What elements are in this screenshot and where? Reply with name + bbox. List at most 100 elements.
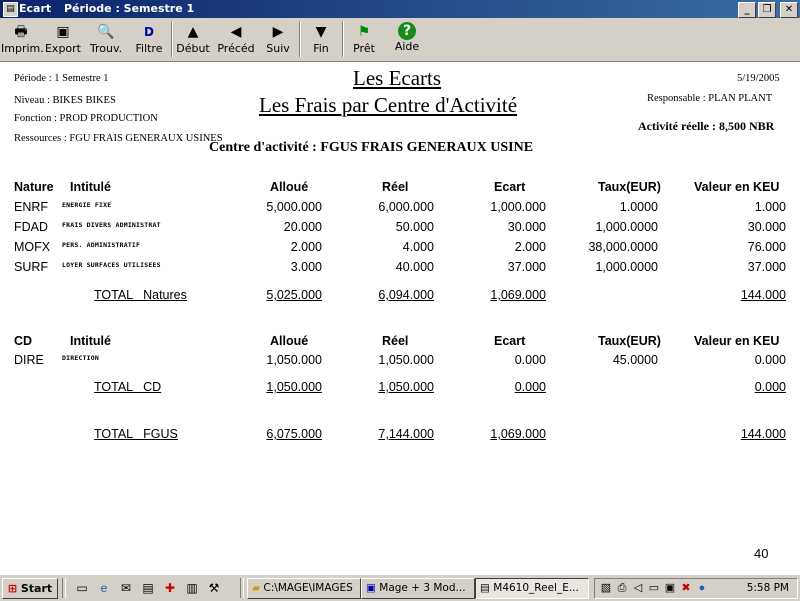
row-valeur: 1.000 — [754, 200, 786, 214]
col-valeur: Valeur en KEU — [694, 334, 780, 348]
niveau-info: Niveau : BIKES BIKES — [14, 95, 116, 106]
arrow-down-icon: ▼ — [315, 24, 327, 40]
row-taux: 1,000.0000 — [595, 260, 658, 274]
col-cd: CD — [14, 334, 33, 348]
row-code: DIRE — [14, 353, 44, 367]
last-label: Fin — [313, 42, 329, 55]
col-ecart: Ecart — [494, 334, 526, 348]
total-label: TOTAL FGUS — [94, 427, 178, 441]
print-label: Imprim. — [1, 42, 44, 55]
total-valeur: 0.000 — [754, 380, 786, 394]
activite-reelle: Activité réelle : 8,500 NBR — [638, 119, 775, 133]
row-alloue: 2.000 — [290, 240, 322, 254]
total-ecart: 1,069.000 — [490, 427, 546, 441]
display-icon[interactable]: ▭ — [647, 581, 661, 595]
network-icon[interactable]: ▧ — [599, 581, 613, 595]
col-valeur: Valeur en KEU — [694, 180, 780, 194]
antivirus-icon[interactable]: ✖ — [679, 581, 693, 595]
ready-button[interactable]: ⚑ Prêt — [345, 20, 383, 58]
row-code: MOFX — [14, 240, 51, 254]
help-label: Aide — [394, 40, 420, 53]
row-ecart: 0.000 — [514, 353, 546, 367]
row-intitule: DIRECTION — [62, 354, 100, 362]
first-button[interactable]: ▲ Début — [174, 20, 212, 58]
tools-icon[interactable]: ⚒ — [206, 580, 222, 596]
filter-icon: D — [144, 25, 154, 39]
row-alloue: 5,000.000 — [266, 200, 322, 214]
last-button[interactable]: ▼ Fin — [302, 20, 340, 58]
total-reel: 1,050.000 — [378, 380, 434, 394]
row-code: FDAD — [14, 220, 49, 234]
filter-button[interactable]: D Filtre — [129, 20, 169, 58]
next-label: Suiv — [266, 42, 290, 55]
report-area: Période : 1 Semestre 1 Niveau : BIKES BI… — [0, 62, 800, 572]
col-reel: Réel — [382, 180, 409, 194]
minimize-button[interactable]: _ — [738, 2, 756, 18]
volume-icon[interactable]: ◁ — [631, 581, 645, 595]
row-reel: 6,000.000 — [378, 200, 434, 214]
app-icon: ▣ — [366, 582, 376, 594]
help-button[interactable]: ? Aide — [388, 20, 426, 58]
flag-icon: ⚑ — [357, 24, 371, 40]
row-intitule: FRAIS DIVERS ADMINISTRAT — [62, 221, 161, 229]
computer-icon[interactable]: ▣ — [663, 581, 677, 595]
clock[interactable]: 5:58 PM — [747, 579, 789, 598]
toolbar: 🖶 Imprim. ▣ Export 🔍 Trouv. D Filtre ▲ D… — [0, 18, 800, 62]
app-icon: ▤ — [3, 2, 18, 17]
previous-label: Précéd — [217, 42, 255, 55]
row-taux: 1.0000 — [619, 200, 658, 214]
find-icon: 🔍 — [97, 24, 115, 40]
folder-icon: ▰ — [252, 582, 261, 594]
arrow-up-icon: ▲ — [187, 24, 199, 40]
disk-icon: ▣ — [56, 24, 70, 40]
printer-icon: 🖶 — [14, 24, 28, 40]
arrow-right-icon: ▶ — [272, 24, 284, 40]
help-icon: ? — [398, 22, 416, 40]
fonction-info: Fonction : PROD PRODUCTION — [14, 113, 158, 124]
col-nature: Nature — [14, 180, 54, 194]
row-taux: 38,000.0000 — [588, 240, 658, 254]
total-valeur: 144.000 — [740, 427, 786, 441]
terminal-icon[interactable]: ▤ — [140, 580, 156, 596]
responsable-info: Responsable : PLAN PLANT — [647, 93, 773, 104]
row-valeur: 76.000 — [747, 240, 786, 254]
start-button[interactable]: ⊞ Start — [2, 578, 58, 599]
app-quicklaunch-icon[interactable]: ✚ — [162, 580, 178, 596]
total-alloue: 1,050.000 — [266, 380, 322, 394]
taskbar-item-mage[interactable]: ▣ Mage + 3 Mod... — [361, 578, 475, 599]
printer-tray-icon[interactable]: ⎙ — [615, 581, 629, 595]
browser-icon[interactable]: e — [96, 580, 112, 596]
close-button[interactable]: ✕ — [780, 2, 798, 18]
print-button[interactable]: 🖶 Imprim. — [1, 20, 44, 58]
row-intitule: LOYER SURFACES UTILISEES — [62, 261, 161, 269]
col-alloue: Alloué — [270, 180, 309, 194]
row-reel: 40.000 — [395, 260, 434, 274]
ressources-info: Ressources : FGU FRAIS GENERAUX USINES — [14, 133, 223, 144]
row-alloue: 1,050.000 — [266, 353, 322, 367]
col-intitule: Intitulé — [70, 334, 111, 348]
task-label: C:\MAGE\IMAGES — [263, 582, 353, 594]
mail-icon[interactable]: ✉ — [118, 580, 134, 596]
row-ecart: 1,000.000 — [490, 200, 546, 214]
previous-button[interactable]: ◀ Précéd — [215, 20, 257, 58]
row-reel: 4.000 — [402, 240, 434, 254]
explorer-icon[interactable]: ▥ — [184, 580, 200, 596]
centre-activite: Centre d'activité : FGUS FRAIS GENERAUX … — [209, 140, 534, 155]
maximize-button[interactable]: ❐ — [758, 2, 776, 18]
system-tray: ▧ ⎙ ◁ ▭ ▣ ✖ ● 5:58 PM — [594, 578, 798, 599]
task-label: Mage + 3 Mod... — [379, 582, 466, 594]
export-label: Export — [44, 42, 81, 55]
taskbar-item-images[interactable]: ▰ C:\MAGE\IMAGES — [247, 578, 361, 599]
filter-label: Filtre — [135, 42, 163, 55]
export-button[interactable]: ▣ Export — [43, 20, 83, 58]
col-reel: Réel — [382, 334, 409, 348]
title-bar: ▤ Ecart Période : Semestre 1 _ ❐ ✕ — [0, 0, 800, 18]
find-button[interactable]: 🔍 Trouv. — [86, 20, 126, 58]
row-alloue: 20.000 — [283, 220, 322, 234]
next-button[interactable]: ▶ Suiv — [259, 20, 297, 58]
show-desktop-icon[interactable]: ▭ — [74, 580, 90, 596]
find-label: Trouv. — [89, 42, 123, 55]
window-title: Période : Semestre 1 — [64, 2, 195, 15]
taskbar-item-report[interactable]: ▤ M4610_Reel_E... — [475, 578, 589, 599]
globe-icon[interactable]: ● — [695, 581, 709, 595]
